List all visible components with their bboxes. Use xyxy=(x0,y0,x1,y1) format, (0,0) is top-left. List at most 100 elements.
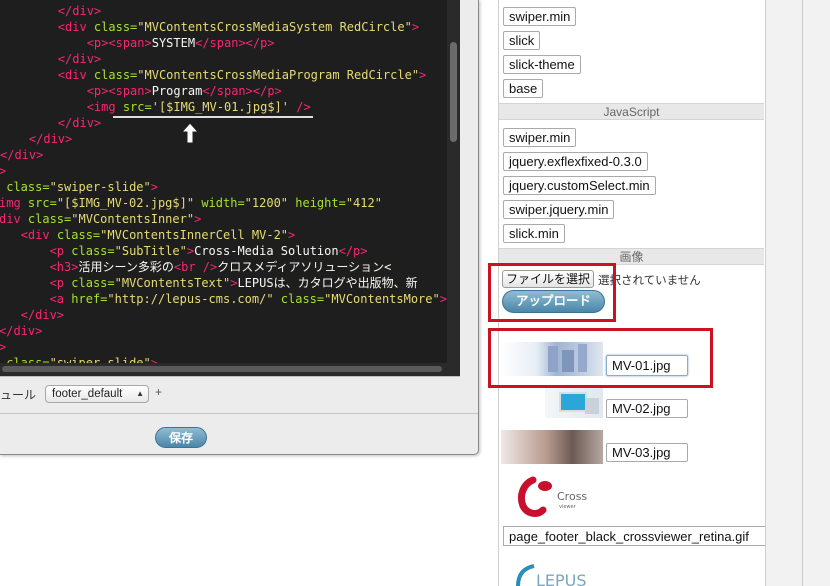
code-token: class= xyxy=(56,228,101,242)
code-token: > xyxy=(0,164,6,178)
code-token: img xyxy=(0,196,28,210)
footer-template-select[interactable]: footer_default ▲ xyxy=(45,385,149,403)
code-token: "SubTitle" xyxy=(114,244,187,258)
mouse-cursor-icon xyxy=(181,122,199,144)
code-token: src= xyxy=(27,196,57,210)
crossviewer-logo-viewer-text: viewer xyxy=(559,504,577,510)
active-line-underline xyxy=(113,116,313,118)
code-token: "1200" xyxy=(244,196,289,210)
code-line[interactable]: </div> xyxy=(0,147,43,163)
vertical-scrollbar-thumb[interactable] xyxy=(450,42,457,142)
right-divider xyxy=(802,0,803,586)
code-line[interactable]: </div> xyxy=(0,51,101,67)
code-line[interactable]: </div> xyxy=(0,3,101,19)
code-line[interactable]: class="swiper-slide"> xyxy=(0,179,158,195)
code-token: </span></p> xyxy=(195,36,275,50)
code-line[interactable]: <div class="MVContentsCrossMediaSystem R… xyxy=(0,19,419,35)
code-token: <a xyxy=(49,292,72,306)
code-line[interactable]: <div class="MVContentsCrossMediaProgram … xyxy=(0,67,426,83)
code-line[interactable]: > xyxy=(0,339,6,355)
code-token: <img xyxy=(86,100,123,114)
js-file-exflexfixed[interactable]: jquery.exflexfixed-0.3.0 xyxy=(503,152,648,171)
code-token: class= xyxy=(6,180,50,194)
code-token: > xyxy=(419,68,427,82)
divider xyxy=(0,413,478,414)
horizontal-scrollbar-thumb[interactable] xyxy=(2,366,442,372)
code-token: /> xyxy=(289,100,311,114)
code-token: "MVContentsText" xyxy=(114,276,231,290)
code-token: > xyxy=(0,340,6,354)
code-line[interactable]: <img src='[$IMG_MV-01.jpg$]' /> xyxy=(0,99,311,115)
code-line[interactable]: <p class="MVContentsText">LEPUSは、カタログや出版… xyxy=(0,275,418,291)
code-token: src= xyxy=(122,100,152,114)
code-line[interactable]: </div> xyxy=(0,131,72,147)
js-file-swiper-min[interactable]: swiper.min xyxy=(503,128,577,147)
code-editor[interactable]: </div> <div class="MVContentsCrossMediaS… xyxy=(0,0,460,376)
code-token: > xyxy=(150,180,158,194)
image-highlight-box xyxy=(488,328,713,388)
code-line[interactable]: <div class="MVContentsInnerCell MV-2"> xyxy=(0,227,296,243)
code-token: href= xyxy=(71,292,108,306)
code-token: Cross-Media Solution xyxy=(194,244,339,258)
code-token: class= xyxy=(71,276,115,290)
code-token: <br /> xyxy=(173,260,218,274)
css-file-swiper-min[interactable]: swiper.min xyxy=(503,7,577,26)
upload-highlight-box xyxy=(488,263,616,322)
code-token: <p xyxy=(49,244,72,258)
right-gutter xyxy=(766,0,830,586)
code-line[interactable]: <a href="http://lepus-cms.com/" class="M… xyxy=(0,291,447,307)
code-token: Program xyxy=(151,84,203,98)
code-line[interactable]: <h3>活用シーン多彩の<br />クロスメディアソリューション< xyxy=(0,259,392,275)
code-line[interactable]: <p class="SubTitle">Cross-Media Solution… xyxy=(0,243,368,259)
image-file-mv-03[interactable]: MV-03.jpg xyxy=(606,443,688,462)
css-file-slick-theme[interactable]: slick-theme xyxy=(503,55,581,74)
css-file-slick[interactable]: slick xyxy=(503,31,541,50)
code-token: "swiper-slide" xyxy=(49,180,151,194)
code-token: <p xyxy=(49,276,72,290)
mv-03-thumbnail[interactable] xyxy=(501,430,603,464)
code-token: <p><span> xyxy=(86,84,152,98)
lepus-logo[interactable]: LEPUS xyxy=(512,562,602,586)
css-file-base[interactable]: base xyxy=(503,79,544,98)
javascript-section-header: JavaScript xyxy=(499,103,764,120)
crossviewer-logo[interactable]: Cross viewer xyxy=(515,474,595,520)
mv-02-thumbnail[interactable] xyxy=(545,388,603,418)
code-token: class= xyxy=(93,68,138,82)
code-line[interactable]: </div> xyxy=(0,307,64,323)
code-token: </div> xyxy=(20,308,65,322)
code-token: "MVContentsCrossMediaProgram RedCircle" xyxy=(137,68,420,82)
code-line[interactable]: img src="[$IMG_MV-02.jpg$]" width="1200"… xyxy=(0,195,382,211)
code-line[interactable]: </div> xyxy=(0,323,42,339)
js-file-slick-min[interactable]: slick.min xyxy=(503,224,565,243)
lepus-logo-text: LEPUS xyxy=(536,571,587,586)
code-token: </div> xyxy=(0,324,43,338)
module-label: ュール xyxy=(0,388,37,402)
image-file-mv-02[interactable]: MV-02.jpg xyxy=(606,399,688,418)
js-file-swiper-jquery[interactable]: swiper.jquery.min xyxy=(503,200,615,219)
code-line[interactable]: > xyxy=(0,163,6,179)
code-token: width= xyxy=(194,196,245,210)
add-module-button[interactable]: + xyxy=(155,385,162,399)
code-line[interactable]: div class="MVContentsInner"> xyxy=(0,211,201,227)
code-token: "http://lepus-cms.com/" xyxy=(107,292,274,306)
code-token: "[$IMG_MV-02.jpg$]" xyxy=(56,196,195,210)
code-line[interactable]: </div> xyxy=(0,115,101,131)
code-token: クロスメディアソリューション< xyxy=(217,260,392,274)
code-token: <div xyxy=(57,68,94,82)
code-token: </div> xyxy=(57,116,102,130)
js-file-customselect[interactable]: jquery.customSelect.min xyxy=(503,176,656,195)
code-line[interactable]: <p><span>Program</span></p> xyxy=(0,83,282,99)
code-token: > xyxy=(194,212,202,226)
code-line[interactable]: <p><span>SYSTEM</span></p> xyxy=(0,35,275,51)
save-button[interactable]: 保存 xyxy=(155,427,207,448)
image-file-footer-crossviewer[interactable]: page_footer_black_crossviewer_retina.gif xyxy=(503,526,765,546)
